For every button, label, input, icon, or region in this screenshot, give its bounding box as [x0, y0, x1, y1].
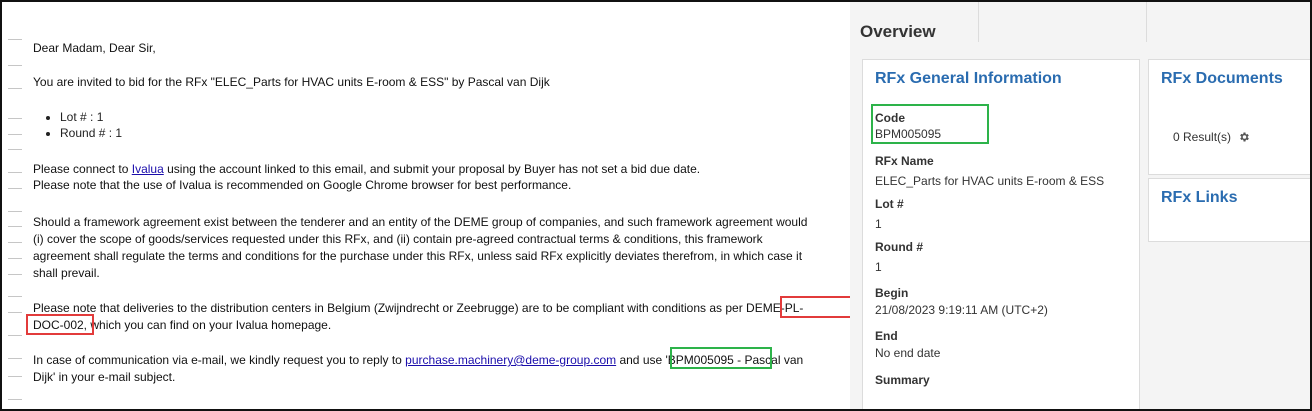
line-marker: [8, 172, 22, 173]
field-label: Lot #: [875, 197, 904, 211]
list-item: Lot # : 1: [60, 109, 122, 125]
framework-line: Should a framework agreement exist betwe…: [33, 215, 808, 229]
divider: [978, 2, 979, 42]
framework-line: shall prevail.: [33, 266, 100, 280]
gear-icon[interactable]: [1238, 131, 1250, 143]
divider: [1146, 2, 1147, 42]
chrome-note-text: Please note that the use of Ivalua is re…: [33, 178, 572, 192]
line-marker: [8, 88, 22, 89]
card-title: RFx Documents: [1161, 70, 1283, 87]
line-marker: [8, 335, 22, 336]
line-marker: [8, 188, 22, 189]
overview-panel: Overview RFx General Information Code BP…: [850, 2, 1310, 409]
ivalua-link[interactable]: Ivalua: [132, 162, 164, 176]
field-label: Round #: [875, 240, 923, 254]
framework-line: (i) cover the scope of goods/services re…: [33, 232, 763, 246]
highlight-box-red: [780, 296, 852, 318]
line-marker: [8, 242, 22, 243]
connect-text: Please connect to Ivalua using the accou…: [33, 162, 701, 176]
line-marker: [8, 399, 22, 400]
list-item: Round # : 1: [60, 125, 122, 141]
field-value: 1: [875, 217, 882, 231]
contact-text: Dijk' in your e-mail subject.: [33, 370, 176, 384]
highlight-box-red: [26, 314, 94, 335]
line-marker: [8, 134, 22, 135]
field-label: RFx Name: [875, 154, 934, 168]
rfx-links-card: RFx Links: [1148, 178, 1310, 242]
rfx-general-info-card: RFx General Information Code BPM005095 R…: [862, 59, 1140, 409]
highlight-box-green: [871, 104, 989, 144]
highlight-box-green: [670, 347, 772, 369]
email-body: Dear Madam, Dear Sir, You are invited to…: [2, 2, 852, 409]
screenshot-frame: Dear Madam, Dear Sir, You are invited to…: [0, 0, 1312, 411]
rfx-documents-card: RFx Documents 0 Result(s): [1148, 59, 1310, 175]
overview-title: Overview: [860, 22, 936, 41]
line-marker: [8, 39, 22, 40]
delivery-text: Please note that deliveries to the distr…: [33, 301, 804, 315]
line-marker: [8, 211, 22, 212]
greeting-text: Dear Madam, Dear Sir,: [33, 41, 156, 55]
line-marker: [8, 274, 22, 275]
field-label: End: [875, 329, 898, 343]
line-marker: [8, 65, 22, 66]
line-marker: [8, 296, 22, 297]
card-title: RFx Links: [1161, 189, 1238, 206]
contact-email-link[interactable]: purchase.machinery@deme-group.com: [405, 353, 616, 367]
field-value: No end date: [875, 346, 941, 360]
card-title: RFx General Information: [875, 70, 1062, 87]
lot-round-list: Lot # : 1 Round # : 1: [32, 109, 122, 141]
line-marker: [8, 376, 22, 377]
documents-results: 0 Result(s): [1173, 130, 1250, 144]
invite-text: You are invited to bid for the RFx "ELEC…: [33, 75, 550, 89]
line-marker: [8, 312, 22, 313]
field-label: Summary: [875, 373, 930, 387]
field-label: Begin: [875, 286, 909, 300]
framework-line: agreement shall regulate the terms and c…: [33, 249, 803, 263]
field-value: 21/08/2023 9:19:11 AM (UTC+2): [875, 303, 1048, 317]
line-marker: [8, 118, 22, 119]
field-value: ELEC_Parts for HVAC units E-room & ESS: [875, 174, 1105, 188]
line-marker: [8, 258, 22, 259]
line-marker: [8, 149, 22, 150]
line-marker: [8, 226, 22, 227]
line-marker: [8, 358, 22, 359]
field-value: 1: [875, 260, 882, 274]
